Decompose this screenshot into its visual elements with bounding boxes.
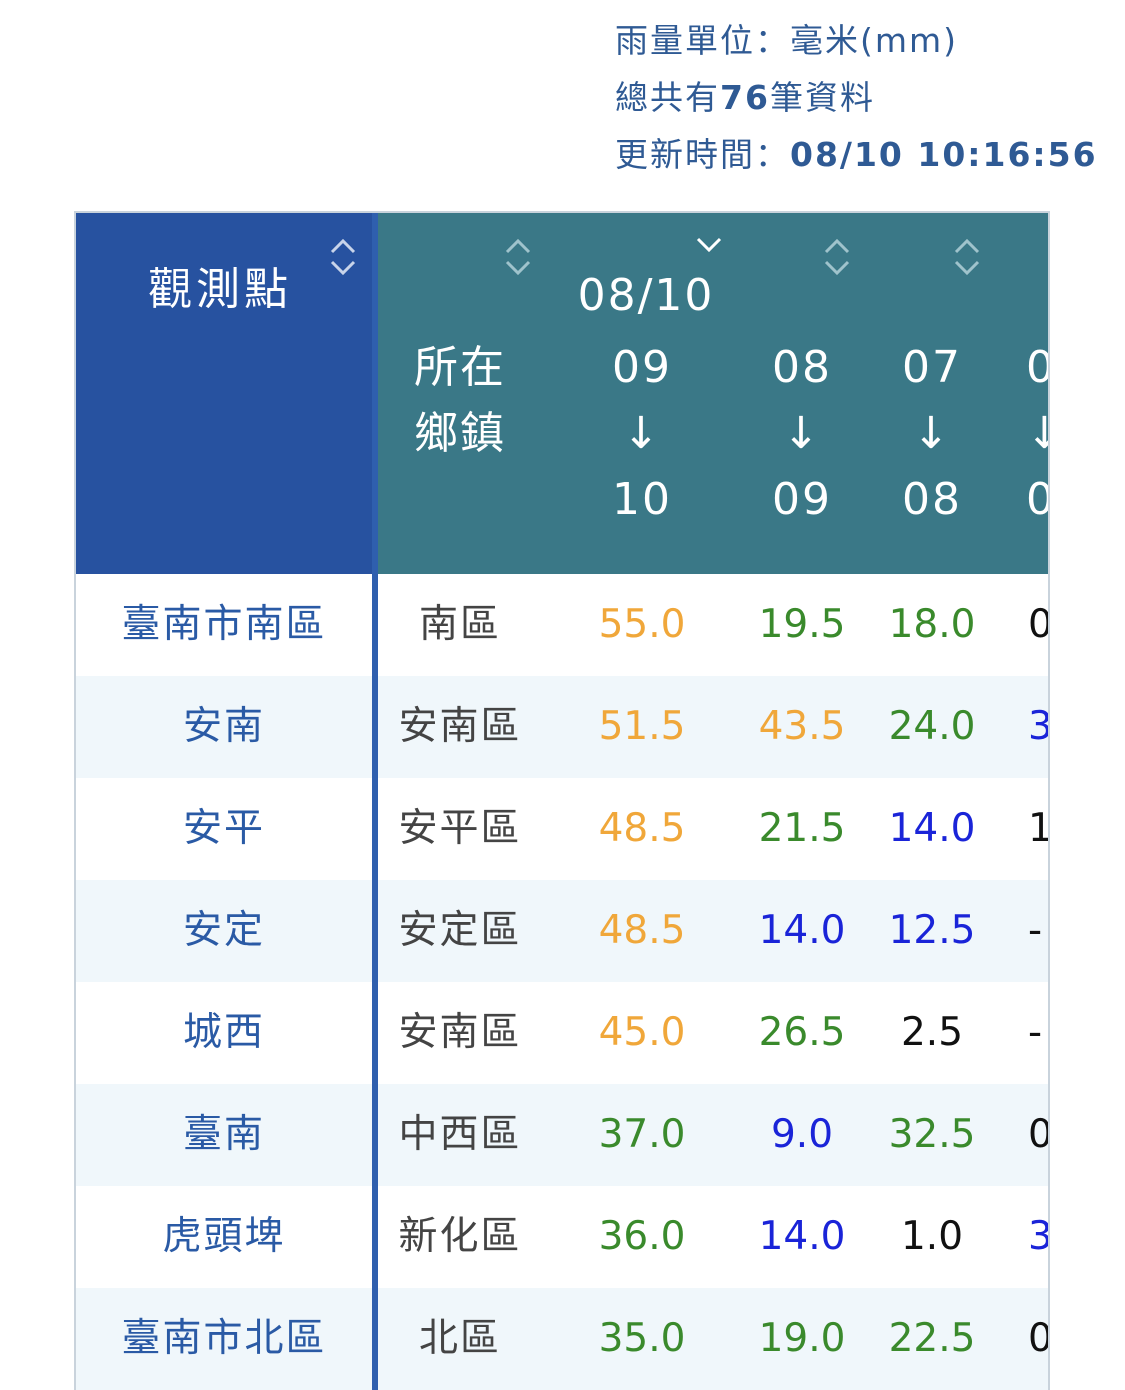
town-name: 中西區 xyxy=(398,1112,522,1157)
rainfall-value: 0 xyxy=(1016,574,1048,676)
town-name: 新化區 xyxy=(398,1214,522,1259)
town-name: 安平區 xyxy=(398,806,522,851)
header-hour-col-3[interactable]: 07 ↓ 08 xyxy=(862,335,1002,533)
header-date-label: 08/10 xyxy=(577,270,715,321)
sort-updown-icon[interactable] xyxy=(824,237,850,277)
record-count-number: 76 xyxy=(720,78,770,117)
rainfall-value: 3 xyxy=(1016,1186,1048,1288)
column-divider xyxy=(372,213,378,1390)
header-data-cells: 所在 鄉鎮 08/10 09 ↓ 10 08 ↓ 09 07 ↓ 08 xyxy=(378,213,1048,574)
station-name-link[interactable]: 城西 xyxy=(76,982,372,1084)
rainfall-value: - xyxy=(1028,1010,1043,1055)
rainfall-value: 36.0 xyxy=(598,1214,686,1259)
town-name: 南區 xyxy=(418,602,501,647)
update-time-label: 更新時間： xyxy=(615,135,790,174)
header-hour-to: 08 xyxy=(902,474,962,525)
station-name-link[interactable]: 安南 xyxy=(76,676,372,778)
header-hour-from: 09 xyxy=(612,342,672,393)
rainfall-value: 19.5 xyxy=(758,602,846,647)
header-town-line2: 鄉鎮 xyxy=(414,408,506,459)
sort-desc-chevron-down-icon[interactable] xyxy=(696,235,722,255)
rainfall-value: 48.5 xyxy=(598,908,686,953)
header-hour-to: 0 xyxy=(1026,467,1048,533)
record-count: 總共有76筆資料 xyxy=(615,69,1098,126)
info-panel: 雨量單位：毫米(mm) 總共有76筆資料 更新時間：08/10 10:16:56 xyxy=(615,12,1098,183)
header-hour-from: 08 xyxy=(772,342,832,393)
rainfall-value: 9.0 xyxy=(770,1112,834,1157)
rainfall-value: 21.5 xyxy=(758,806,846,851)
update-time: 更新時間：08/10 10:16:56 xyxy=(615,126,1098,183)
header-hour-col-4[interactable]: 0 ↓ 0 xyxy=(1026,335,1048,533)
rainfall-value: 45.0 xyxy=(598,1010,686,1055)
header-hour-col-2[interactable]: 08 ↓ 09 xyxy=(732,335,872,533)
sort-updown-icon[interactable] xyxy=(330,237,356,277)
rainfall-value: 0 xyxy=(1016,1084,1048,1186)
header-hour-col-1[interactable]: 09 ↓ 10 xyxy=(572,335,712,533)
header-hour-to: 10 xyxy=(612,474,672,525)
rainfall-value: 48.5 xyxy=(598,806,686,851)
rainfall-value: 14.0 xyxy=(758,908,846,953)
town-name: 北區 xyxy=(418,1316,501,1361)
rainfall-value: 1 xyxy=(1016,778,1048,880)
rainfall-value: - xyxy=(1028,908,1043,953)
header-station-label: 觀測點 xyxy=(148,264,292,315)
station-name-link[interactable]: 安定 xyxy=(76,880,372,982)
rainfall-value: 14.0 xyxy=(758,1214,846,1259)
rainfall-value: 37.0 xyxy=(598,1112,686,1157)
rainfall-value: 55.0 xyxy=(598,602,686,647)
sort-updown-icon[interactable] xyxy=(954,237,980,277)
header-hour-to: 09 xyxy=(772,474,832,525)
town-name: 安南區 xyxy=(398,704,522,749)
rainfall-value: 35.0 xyxy=(598,1316,686,1361)
rainfall-table: 觀測點 所在 鄉鎮 08/10 09 ↓ 10 08 ↓ 09 07 ↓ 08 … xyxy=(74,211,1050,1390)
rainfall-value: 32.5 xyxy=(888,1112,976,1157)
header-town-line1: 所在 xyxy=(414,342,506,393)
rainfall-value: 19.0 xyxy=(758,1316,846,1361)
down-arrow-icon: ↓ xyxy=(782,408,822,459)
rainfall-value: 18.0 xyxy=(888,602,976,647)
header-town-cell[interactable]: 所在 鄉鎮 xyxy=(378,335,542,467)
header-station-cell[interactable]: 觀測點 xyxy=(76,213,372,574)
unit-label: 雨量單位：毫米(mm) xyxy=(615,21,959,60)
rainfall-value: 12.5 xyxy=(888,908,976,953)
town-name: 安定區 xyxy=(398,908,522,953)
down-arrow-icon: ↓ xyxy=(912,408,952,459)
rainfall-value: 26.5 xyxy=(758,1010,846,1055)
header-hour-from: 0 xyxy=(1026,335,1048,401)
record-count-prefix: 總共有 xyxy=(615,78,720,117)
rainfall-value: 24.0 xyxy=(888,704,976,749)
rainfall-value: 1.0 xyxy=(900,1214,964,1259)
down-arrow-icon: ↓ xyxy=(622,408,662,459)
rainfall-value: 22.5 xyxy=(888,1316,976,1361)
rainfall-value: 3 xyxy=(1016,676,1048,778)
rainfall-value: 2.5 xyxy=(900,1010,964,1055)
down-arrow-icon: ↓ xyxy=(1026,401,1048,467)
rainfall-value: 43.5 xyxy=(758,704,846,749)
sort-updown-icon[interactable] xyxy=(505,237,531,277)
header-date: 08/10 xyxy=(556,263,736,329)
rainfall-value: 14.0 xyxy=(888,806,976,851)
station-name-link[interactable]: 臺南市北區 xyxy=(76,1288,372,1390)
station-name-link[interactable]: 虎頭埤 xyxy=(76,1186,372,1288)
station-name-link[interactable]: 安平 xyxy=(76,778,372,880)
update-time-value: 08/10 10:16:56 xyxy=(790,135,1098,174)
station-name-link[interactable]: 臺南市南區 xyxy=(76,574,372,676)
station-name-link[interactable]: 臺南 xyxy=(76,1084,372,1186)
rainfall-value: 0 xyxy=(1016,1288,1048,1390)
record-count-suffix: 筆資料 xyxy=(769,78,875,117)
header-hour-from: 07 xyxy=(902,342,962,393)
town-name: 安南區 xyxy=(398,1010,522,1055)
rainfall-value: 51.5 xyxy=(598,704,686,749)
